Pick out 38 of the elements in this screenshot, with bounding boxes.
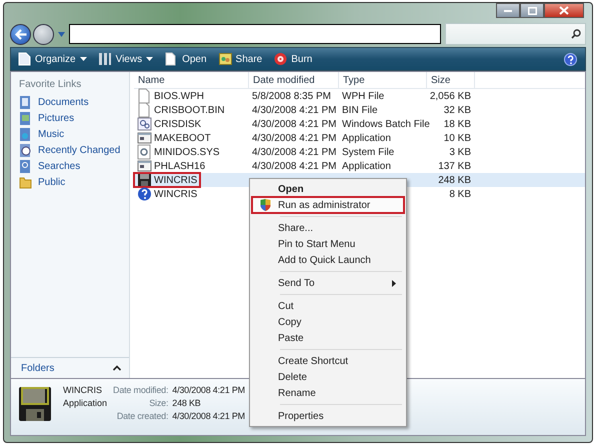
file-name: WINCRIS xyxy=(154,174,198,186)
field-value: 248 KB xyxy=(172,398,202,408)
file-name: CRISBOOT.BIN xyxy=(154,104,225,116)
field-label: Size: xyxy=(148,398,168,408)
field-value: 4/30/2008 4:21 PM xyxy=(172,385,245,395)
file-name: PHLASH16 xyxy=(154,160,206,172)
table-cell: System File xyxy=(342,146,394,158)
file-name: BIOS.WPH xyxy=(154,90,204,102)
table-cell: 18 KB xyxy=(444,118,471,130)
table-cell: 2,056 KB xyxy=(430,90,471,102)
table-cell: 137 KB xyxy=(438,160,471,172)
table-cell: 5/8/2008 8:35 PM xyxy=(252,90,331,102)
table-cell: 10 KB xyxy=(444,132,471,144)
file-name: MINIDOS.SYS xyxy=(154,146,220,158)
folders-label: Folders xyxy=(21,362,54,374)
file-name: CRISDISK xyxy=(154,118,202,130)
table-cell: 8 KB xyxy=(449,188,471,200)
table-cell: 248 KB xyxy=(438,174,471,186)
file-name: WINCRIS xyxy=(154,188,198,200)
field-label: Date created: xyxy=(116,411,168,421)
table-cell: 4/30/2008 4:21 PM xyxy=(252,160,337,172)
table-cell: WPH File xyxy=(342,90,384,102)
table-cell: 4/30/2008 4:21 PM xyxy=(252,132,337,144)
table-cell: Application xyxy=(342,160,391,172)
table-cell: 4/30/2008 4:21 PM xyxy=(252,104,337,116)
field-value: 4/30/2008 4:21 PM xyxy=(172,411,245,421)
table-cell: 3 KB xyxy=(449,146,471,158)
file-name: WINCRIS xyxy=(63,385,103,395)
table-cell: Application xyxy=(342,132,391,144)
table-cell: Windows Batch File xyxy=(342,118,430,130)
field-label: Date modified: xyxy=(113,385,168,395)
file-type: Application xyxy=(63,398,108,408)
table-cell: BIN File xyxy=(342,104,378,116)
table-cell: 32 KB xyxy=(444,104,471,116)
file-name: MAKEBOOT xyxy=(154,132,211,144)
table-cell: 4/30/2008 4:21 PM xyxy=(252,146,337,158)
sidebar-heading: Favorite Links xyxy=(19,79,82,90)
table-cell: 4/30/2008 4:21 PM xyxy=(252,118,337,130)
